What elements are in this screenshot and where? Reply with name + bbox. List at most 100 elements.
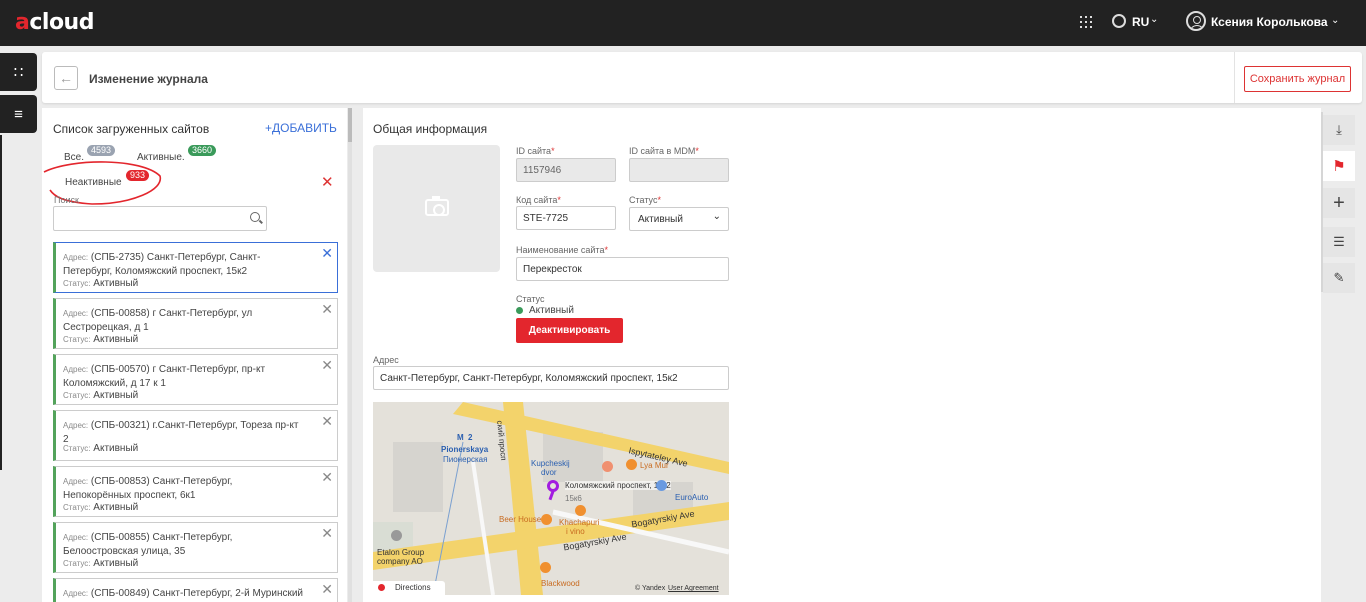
status-select-value: Активный	[638, 214, 683, 225]
add-button[interactable]: +	[1323, 188, 1355, 218]
apps-grid-icon[interactable]	[1080, 16, 1092, 28]
search-input[interactable]	[53, 206, 267, 231]
pin-icon	[378, 584, 385, 591]
poi-icon	[541, 514, 552, 525]
location-pin-icon	[547, 480, 559, 492]
metro-label: Pionerskaya	[441, 445, 489, 454]
poi-icon	[575, 505, 586, 516]
site-card[interactable]: Адрес: (СПБ-00858) г Санкт-Петербург, ул…	[53, 298, 338, 349]
poi-label: Kupcheskij	[531, 459, 570, 468]
site-status: Активный	[93, 443, 139, 454]
deactivate-button[interactable]: Деактивировать	[516, 318, 623, 343]
status-label: Статус:	[63, 559, 91, 568]
site-code-field[interactable]: STE-7725	[516, 206, 616, 230]
add-site-button[interactable]: +ДОБАВИТЬ	[265, 121, 337, 135]
address-label: Адрес	[373, 355, 399, 365]
globe-icon[interactable]	[1112, 14, 1126, 28]
site-status: Активный	[93, 278, 139, 289]
edit-list-button[interactable]: ✎	[1323, 263, 1355, 293]
site-id-field: 1157946	[516, 158, 616, 182]
poi-icon	[602, 461, 613, 472]
remove-site-icon[interactable]: ✕	[321, 469, 333, 486]
remove-site-icon[interactable]: ✕	[321, 301, 333, 318]
site-name-label: Наименование сайта*	[516, 245, 608, 255]
site-card[interactable]: Адрес: (СПБ-2735) Санкт-Петербург, Санкт…	[53, 242, 338, 293]
address-label: Адрес:	[63, 309, 89, 318]
site-name-field[interactable]: Перекресток	[516, 257, 729, 281]
poi-icon	[391, 530, 402, 541]
save-journal-button[interactable]: Сохранить журнал	[1244, 66, 1351, 92]
site-card[interactable]: Адрес: (СПБ-00321) г.Санкт-Петербург, То…	[53, 410, 338, 461]
poi-label: EuroAuto	[675, 493, 709, 502]
user-agreement-link[interactable]: User Agreement	[668, 585, 719, 592]
map-copyright: © Yandex	[635, 585, 666, 592]
metro-label-ru: Пионерская	[443, 455, 488, 464]
status-select[interactable]: Активный ⌄	[629, 207, 729, 231]
address-label: Адрес:	[63, 477, 89, 486]
site-card[interactable]: Адрес: (СПБ-00855) Санкт-Петербург, Бело…	[53, 522, 338, 573]
poi-label: dvor	[541, 468, 557, 477]
remove-site-icon[interactable]: ✕	[321, 413, 333, 430]
user-name[interactable]: Ксения Королькова	[1211, 15, 1328, 29]
site-map[interactable]: ский просп Ispytateley Ave Bogatyrskiy A…	[373, 402, 729, 595]
site-card[interactable]: Адрес: (СПБ-00570) г Санкт-Петербург, пр…	[53, 354, 338, 405]
site-address: (СПБ-00853) Санкт-Петербург, Непокорённы…	[63, 476, 233, 501]
site-state-label: Статус	[516, 294, 545, 304]
status-label: Статус:	[63, 279, 91, 288]
mdm-id-label: ID сайта в MDM*	[629, 146, 699, 156]
remove-site-icon[interactable]: ✕	[321, 581, 333, 598]
chevron-down-icon[interactable]: ⌄	[1150, 14, 1158, 25]
language-selector[interactable]: RU	[1132, 15, 1149, 29]
map-pin-label: Коломяжский проспект, 15к2	[565, 481, 671, 490]
site-card[interactable]: Адрес: (СПБ-00849) Санкт-Петербург, 2-й …	[53, 578, 338, 602]
acloud-logo[interactable]: acloud	[15, 10, 94, 35]
directions-button[interactable]: Directions	[373, 581, 445, 595]
list-button[interactable]: ☰	[1323, 227, 1355, 257]
remove-site-icon[interactable]: ✕	[321, 525, 333, 542]
mdm-id-field	[629, 158, 729, 182]
site-card[interactable]: Адрес: (СПБ-00853) Санкт-Петербург, Непо…	[53, 466, 338, 517]
sites-scrollbar[interactable]	[348, 108, 352, 602]
poi-icon	[540, 562, 551, 573]
user-icon[interactable]	[1186, 11, 1206, 31]
apps-menu-button[interactable]: ∷	[0, 53, 37, 91]
download-button[interactable]: ⤓	[1323, 115, 1355, 145]
remove-site-icon[interactable]: ✕	[321, 245, 333, 262]
general-info-panel: Общая информация ID сайта* 1157946 ID са…	[363, 108, 1321, 602]
page-header: ← Изменение журнала Сохранить журнал	[42, 52, 1362, 103]
house-number: 15к6	[565, 494, 582, 503]
search-icon[interactable]	[250, 212, 260, 222]
status-label: Статус:	[63, 503, 91, 512]
directions-label: Directions	[395, 583, 431, 592]
poi-label: Lya Mur	[640, 461, 669, 470]
back-button[interactable]: ←	[54, 66, 78, 90]
site-photo-placeholder[interactable]	[373, 145, 500, 272]
poi-label: Khachapuri	[559, 518, 600, 527]
address-field[interactable]: Санкт-Петербург, Санкт-Петербург, Коломя…	[373, 366, 729, 390]
site-status: Активный	[93, 334, 139, 345]
site-status: Активный	[93, 558, 139, 569]
site-address: (СПБ-00321) г.Санкт-Петербург, Тореза пр…	[63, 420, 299, 445]
camera-icon	[425, 196, 449, 216]
tab-active-count: 3660	[188, 145, 217, 156]
address-label: Адрес:	[63, 253, 89, 262]
site-code-label: Код сайта*	[516, 195, 561, 205]
main-menu-button[interactable]: ≡	[0, 95, 37, 133]
download-icon: ⤓	[1336, 122, 1342, 137]
list-icon: ☰	[1333, 234, 1345, 249]
remove-site-icon[interactable]: ✕	[321, 357, 333, 374]
address-label: Адрес:	[63, 365, 89, 374]
site-status: Активный	[93, 390, 139, 401]
poi-icon	[626, 459, 637, 470]
scrollbar-thumb[interactable]	[348, 108, 352, 142]
address-label: Адрес:	[63, 421, 89, 430]
clear-filter-icon[interactable]: ✕	[321, 173, 334, 191]
plus-icon: +	[1333, 191, 1345, 214]
arrow-left-icon: ←	[59, 70, 73, 86]
flag-button[interactable]: ⚑	[1323, 151, 1355, 181]
site-address: (СПБ-00855) Санкт-Петербург, Белоостровс…	[63, 532, 233, 557]
status-dot	[516, 307, 523, 314]
poi-label: i vino	[566, 527, 585, 536]
site-state-value: Активный	[529, 305, 574, 316]
chevron-down-icon[interactable]: ⌄	[1331, 15, 1339, 26]
